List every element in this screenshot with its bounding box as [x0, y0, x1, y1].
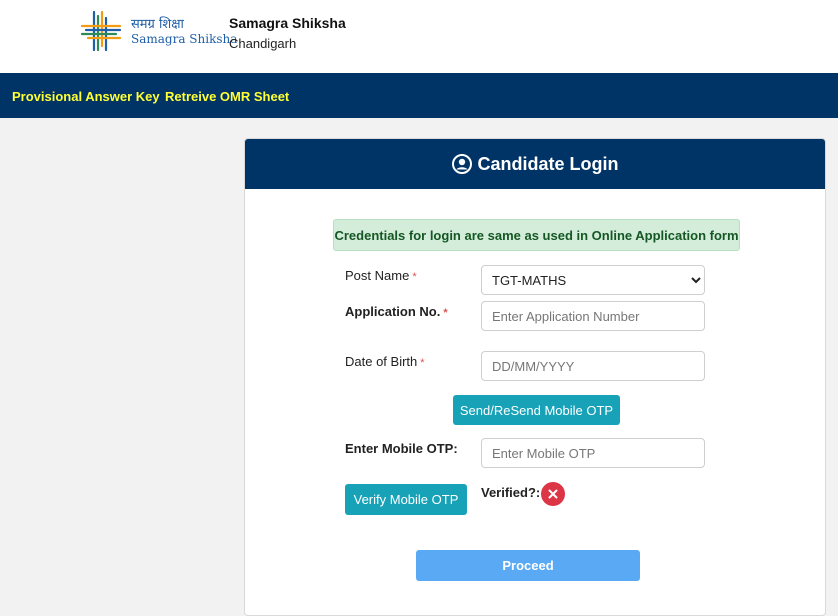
- post-name-label: Post Name *: [345, 268, 417, 283]
- dob-label-text: Date of Birth: [345, 354, 418, 369]
- required-marker: *: [412, 271, 417, 283]
- proceed-button[interactable]: Proceed: [416, 550, 640, 581]
- logo-text-hindi: समग्र शिक्षा: [131, 17, 184, 32]
- card-header: Candidate Login: [245, 139, 825, 189]
- card-title: Candidate Login: [477, 153, 619, 174]
- post-name-select[interactable]: TGT-MATHS: [481, 265, 705, 295]
- logo-text-english: Samagra Shiksha: [131, 32, 238, 46]
- top-nav: Provisional Answer Key Retreive OMR Shee…: [0, 73, 838, 118]
- verify-otp-button[interactable]: Verify Mobile OTP: [345, 484, 467, 515]
- otp-label: Enter Mobile OTP:: [345, 441, 458, 456]
- org-name: Samagra Shiksha: [229, 15, 346, 31]
- application-no-label-text: Application No.: [345, 304, 441, 319]
- verified-label: Verified?:: [481, 485, 541, 500]
- site-header: समग्र शिक्षा Samagra Shiksha Samagra Shi…: [0, 0, 838, 73]
- close-circle-icon: [541, 482, 565, 506]
- application-no-label: Application No. *: [345, 304, 448, 319]
- dob-label: Date of Birth *: [345, 354, 425, 369]
- dob-input[interactable]: [481, 351, 705, 381]
- post-name-label-text: Post Name: [345, 268, 410, 283]
- send-otp-button[interactable]: Send/ReSend Mobile OTP: [453, 395, 620, 425]
- user-circle-icon: [451, 154, 472, 174]
- required-marker: *: [420, 357, 425, 369]
- otp-input[interactable]: [481, 438, 705, 468]
- nav-retreive-omr-sheet[interactable]: Retreive OMR Sheet: [165, 89, 289, 104]
- samagra-shiksha-logo: [80, 10, 122, 52]
- required-marker: *: [443, 307, 448, 319]
- login-card: Candidate Login Credentials for login ar…: [244, 138, 826, 616]
- org-location: Chandigarh: [229, 36, 297, 51]
- credentials-notice: Credentials for login are same as used i…: [333, 219, 740, 251]
- application-no-input[interactable]: [481, 301, 705, 331]
- nav-provisional-answer-key[interactable]: Provisional Answer Key: [12, 89, 160, 104]
